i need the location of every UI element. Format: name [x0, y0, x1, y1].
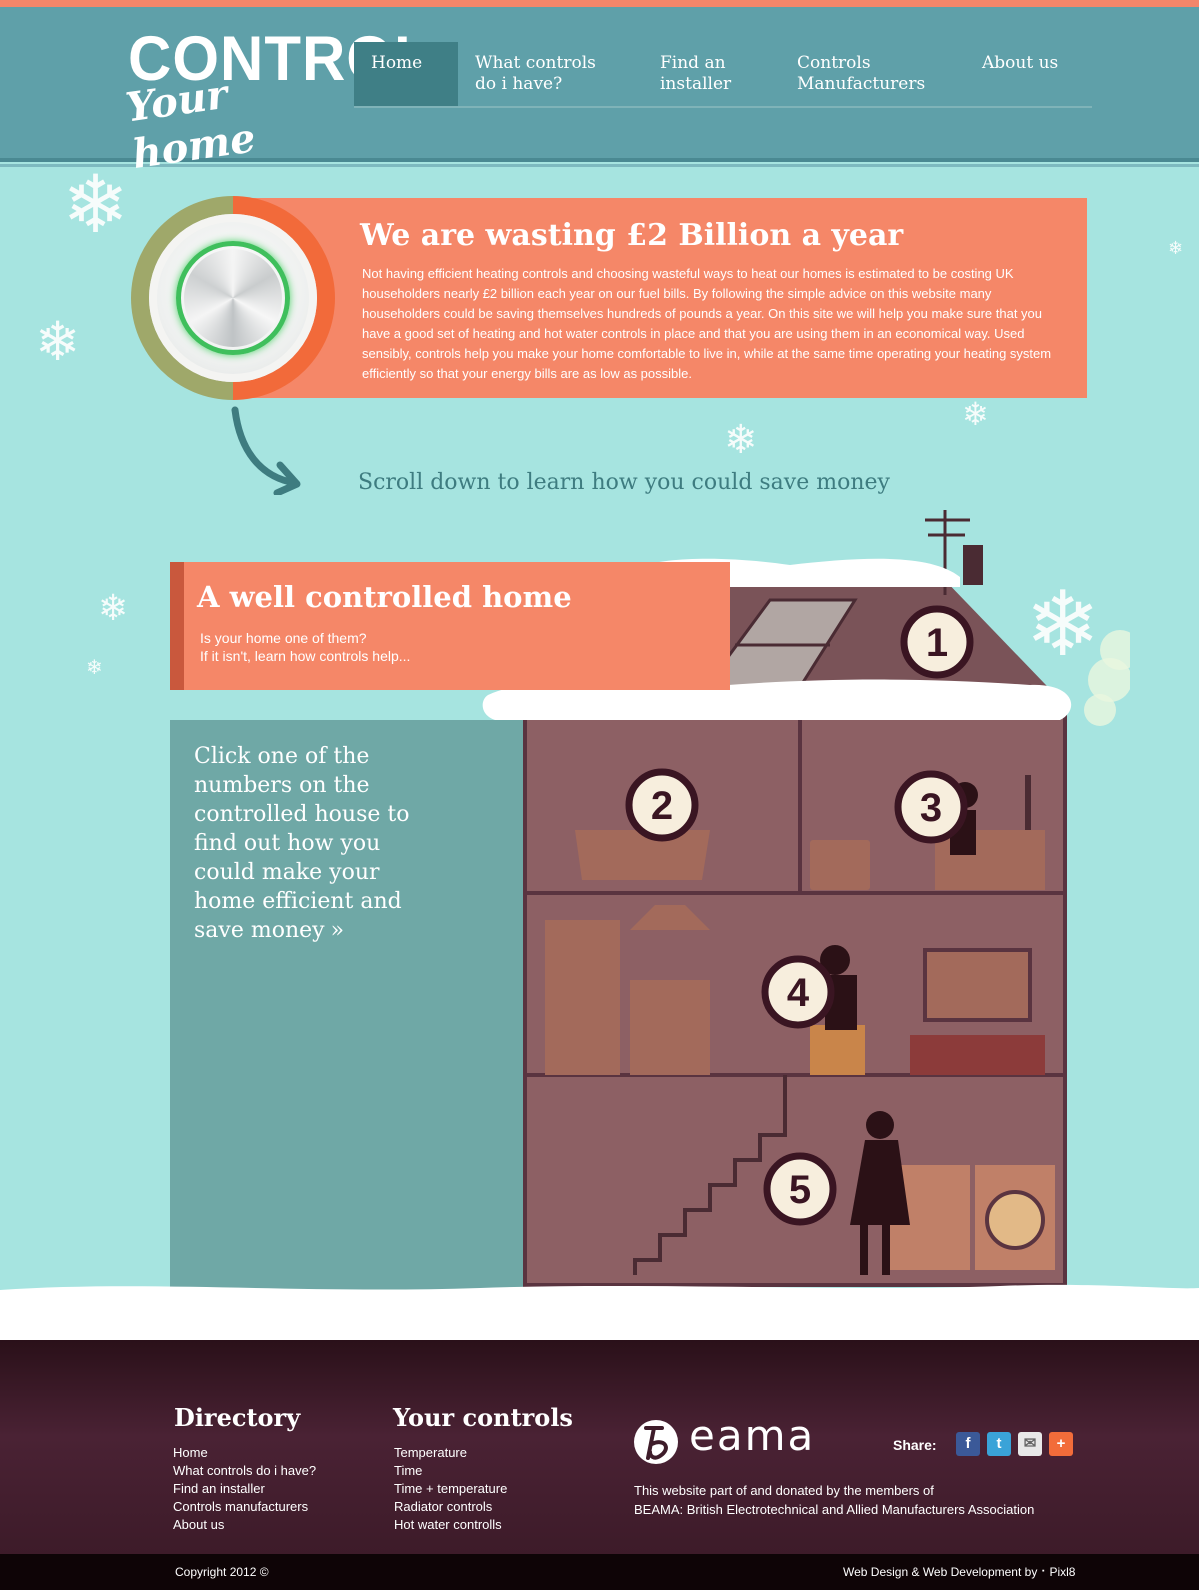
fridge: [545, 920, 620, 1075]
footer-link-about-us[interactable]: About us: [173, 1517, 224, 1532]
nav-find-installer-line1: Find an: [660, 53, 726, 73]
your-controls-title: Your controls: [393, 1403, 573, 1432]
nav-what-controls[interactable]: What controls do i have?: [475, 42, 625, 106]
twitter-icon[interactable]: t: [987, 1432, 1011, 1456]
footer-link-time-temperature[interactable]: Time + temperature: [394, 1481, 507, 1496]
well-controlled-sub1: Is your home one of them?: [200, 630, 367, 646]
curved-arrow-icon: [231, 406, 301, 495]
nav-find-installer-line2: installer: [660, 74, 732, 94]
main-nav: Home What controls do i have? Find an in…: [354, 42, 1092, 108]
thermostat-dial-icon: [131, 196, 335, 400]
beama-logo-icon: [634, 1420, 678, 1464]
site-logo[interactable]: CONTROL Your home: [123, 23, 431, 178]
top-accent-line: [0, 0, 1199, 7]
footer-link-hot-water[interactable]: Hot water controlls: [394, 1517, 502, 1532]
share-label: Share:: [893, 1437, 937, 1453]
snowflake-icon: ❄: [86, 657, 103, 679]
plus-icon[interactable]: +: [1049, 1432, 1073, 1456]
house-number-4-label: 4: [787, 971, 810, 1015]
chevron-right-icon: »: [330, 918, 345, 943]
nav-manufacturers[interactable]: Controls Manufacturers: [797, 42, 957, 106]
nav-about-us[interactable]: About us: [982, 42, 1082, 106]
house-number-2[interactable]: 2: [625, 768, 699, 842]
snowflake-icon: ❄: [724, 418, 758, 462]
copyright: Copyright 2012 ©: [175, 1565, 269, 1579]
snowflake-icon: ❄: [98, 587, 129, 628]
donated-line2: BEAMA: British Electrotechnical and Alli…: [634, 1502, 1035, 1517]
donated-line1: This website part of and donated by the …: [634, 1483, 934, 1498]
house-number-5-label: 5: [789, 1168, 811, 1212]
snowflake-icon: ❄: [35, 312, 81, 372]
house-number-3[interactable]: 3: [894, 770, 968, 844]
facebook-icon[interactable]: f: [956, 1432, 980, 1456]
house-number-1[interactable]: 1: [900, 605, 974, 679]
hero-body: Not having efficient heating controls an…: [362, 266, 1052, 381]
radiator: [810, 840, 870, 890]
house-number-2-label: 2: [651, 784, 673, 828]
email-icon[interactable]: ✉: [1018, 1432, 1042, 1456]
nav-what-controls-line1: What controls: [475, 53, 596, 73]
footer-link-manufacturers[interactable]: Controls manufacturers: [173, 1499, 308, 1514]
footer-link-what-controls[interactable]: What controls do i have?: [173, 1463, 316, 1478]
house-number-1-label: 1: [926, 621, 948, 665]
snowflake-icon: ❄: [1168, 238, 1184, 258]
nav-find-installer[interactable]: Find an installer: [660, 42, 770, 106]
scroll-prompt: Scroll down to learn how you could save …: [358, 470, 890, 495]
nav-about-us-label: About us: [982, 53, 1059, 73]
nav-manufacturers-line2: Manufacturers: [797, 74, 926, 94]
tv-unit: [910, 1035, 1045, 1075]
nav-home[interactable]: Home: [354, 42, 458, 106]
footer-link-temperature[interactable]: Temperature: [394, 1445, 467, 1460]
armchair: [810, 1025, 865, 1075]
instructions-text: Click one of the numbers on the controll…: [194, 742, 434, 945]
house-number-5[interactable]: 5: [763, 1152, 837, 1226]
footer-link-find-installer[interactable]: Find an installer: [173, 1481, 265, 1496]
cooker: [630, 980, 710, 1075]
credit-link[interactable]: Web Design & Web Development by ⠂Pixl8: [843, 1565, 1075, 1579]
television: [923, 948, 1032, 1022]
nav-manufacturers-line1: Controls: [797, 53, 871, 73]
house-number-3-label: 3: [920, 786, 942, 830]
footer-link-home[interactable]: Home: [173, 1445, 208, 1460]
directory-title: Directory: [174, 1403, 301, 1432]
bathtub: [575, 830, 710, 880]
instructions-body: Click one of the numbers on the controll…: [194, 744, 410, 943]
dial-knob: [184, 249, 282, 347]
well-controlled-title: A well controlled home: [197, 580, 572, 614]
footer-link-radiator-controls[interactable]: Radiator controls: [394, 1499, 492, 1514]
footer-link-time[interactable]: Time: [394, 1463, 422, 1478]
house-number-4[interactable]: 4: [761, 955, 835, 1029]
hero-title: We are wasting £2 Billion a year: [360, 218, 904, 253]
nav-home-label: Home: [371, 53, 423, 73]
snowflake-icon: ❄: [62, 160, 130, 249]
well-controlled-sub2: If it isn't, learn how controls help...: [200, 648, 411, 664]
snowflake-icon: ❄: [962, 396, 989, 432]
nav-what-controls-line2: do i have?: [475, 74, 563, 94]
beama-wordmark: eama: [689, 1411, 816, 1460]
